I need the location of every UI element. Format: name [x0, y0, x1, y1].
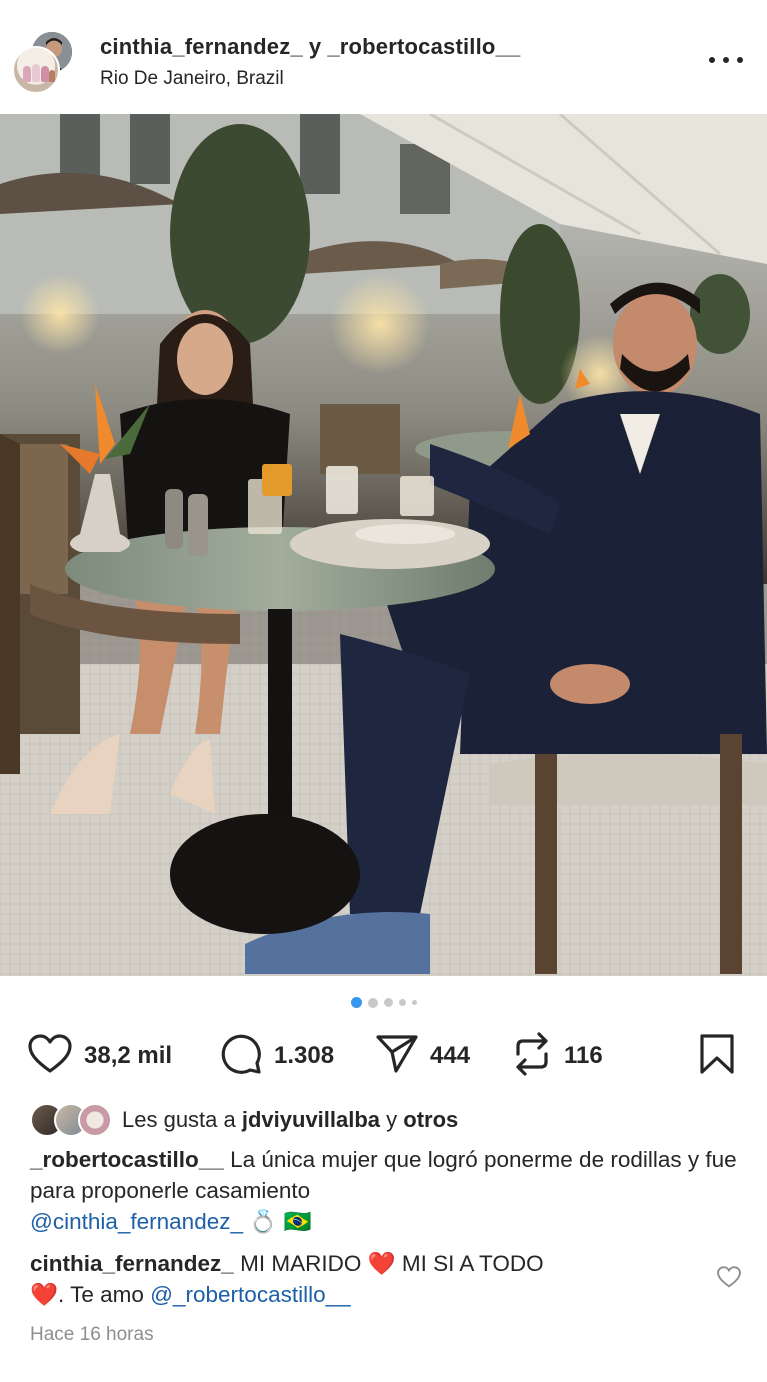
bookmark-icon[interactable]: [698, 1033, 736, 1079]
author-username[interactable]: _robertocastillo__: [327, 34, 520, 59]
caption-username[interactable]: _robertocastillo__: [30, 1147, 224, 1172]
author-avatars[interactable]: [12, 30, 76, 94]
comment-mention[interactable]: @_robertocastillo__: [150, 1282, 350, 1307]
liked-by-user[interactable]: jdviyuvillalba: [242, 1107, 380, 1132]
carousel-indicator: [0, 997, 767, 1008]
more-horizontal-icon[interactable]: [709, 50, 743, 70]
post-timestamp: Hace 16 horas: [30, 1324, 154, 1345]
comment-action[interactable]: 1.308: [220, 1030, 334, 1082]
top-comment: cinthia_fernandez_ MI MARIDO ❤️ MI SI A …: [30, 1248, 690, 1310]
repost-icon[interactable]: [512, 1031, 552, 1081]
repost-count[interactable]: 116: [564, 1042, 603, 1070]
heart-emoji: ❤️: [367, 1251, 396, 1276]
post-location[interactable]: Rio De Janeiro, Brazil: [100, 68, 284, 90]
liked-by-prefix: Les gusta a: [122, 1107, 236, 1132]
action-bar: 38,2 mil 1.308 444 116: [0, 1030, 767, 1082]
liked-by-avatars: [30, 1103, 116, 1137]
author-username[interactable]: cinthia_fernandez_: [100, 34, 303, 59]
caption-mention[interactable]: @cinthia_fernandez_: [30, 1209, 243, 1234]
comment-icon[interactable]: [220, 1033, 262, 1080]
heart-icon[interactable]: [28, 1033, 72, 1079]
share-action[interactable]: 444: [376, 1030, 470, 1082]
authors-joiner: y: [308, 34, 322, 59]
caption-emoji: 💍 🇧🇷: [249, 1209, 312, 1234]
comment-count[interactable]: 1.308: [274, 1042, 334, 1070]
carousel-dot: [367, 997, 378, 1008]
comment-username[interactable]: cinthia_fernandez_: [30, 1251, 234, 1276]
post-authors: cinthia_fernandez_ y _robertocastillo__: [100, 34, 520, 60]
save-action[interactable]: [698, 1030, 736, 1082]
carousel-dot: [398, 999, 406, 1006]
heart-emoji: ❤️: [30, 1282, 59, 1307]
share-count[interactable]: 444: [430, 1042, 470, 1070]
liked-by-others[interactable]: otros: [403, 1107, 458, 1132]
comment-heart-icon[interactable]: [717, 1266, 741, 1293]
carousel-dot: [383, 998, 393, 1007]
liked-by-joiner: y: [386, 1107, 398, 1132]
liked-by-row[interactable]: Les gusta a jdviyuvillalba y otros: [30, 1102, 458, 1138]
comment-text: MI SI A TODO: [401, 1251, 544, 1276]
post-image[interactable]: [0, 114, 767, 976]
avatar[interactable]: [12, 46, 60, 94]
carousel-dot: [411, 1000, 417, 1005]
repost-action[interactable]: 116: [512, 1030, 603, 1082]
carousel-dot-active: [350, 997, 362, 1008]
post-header: cinthia_fernandez_ y _robertocastillo__ Ri…: [0, 0, 767, 114]
avatar: [78, 1103, 112, 1137]
comment-text: . Te amo: [58, 1282, 144, 1307]
send-icon[interactable]: [376, 1034, 418, 1079]
comment-text: MI MARIDO: [240, 1251, 362, 1276]
post-caption: _robertocastillo__ La única mujer que lo…: [30, 1144, 740, 1237]
like-action[interactable]: 38,2 mil: [28, 1030, 172, 1082]
liked-by-text: Les gusta a jdviyuvillalba y otros: [122, 1107, 458, 1133]
like-count[interactable]: 38,2 mil: [84, 1042, 172, 1070]
